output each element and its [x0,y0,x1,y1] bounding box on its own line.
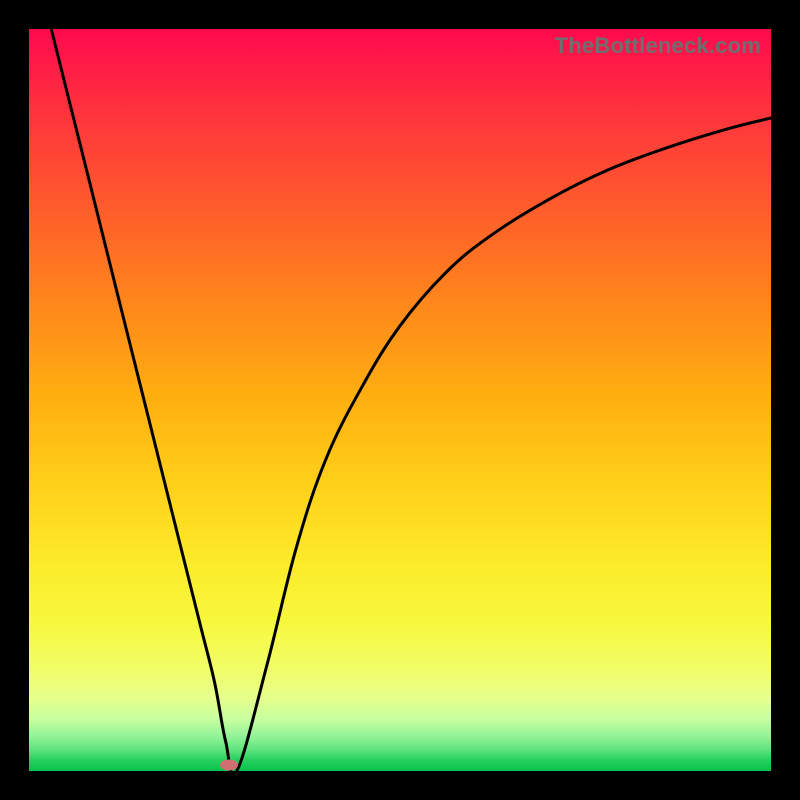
plot-area: TheBottleneck.com [29,29,771,771]
optimum-marker [220,760,238,771]
bottleneck-curve [29,29,771,771]
chart-frame: TheBottleneck.com [0,0,800,800]
